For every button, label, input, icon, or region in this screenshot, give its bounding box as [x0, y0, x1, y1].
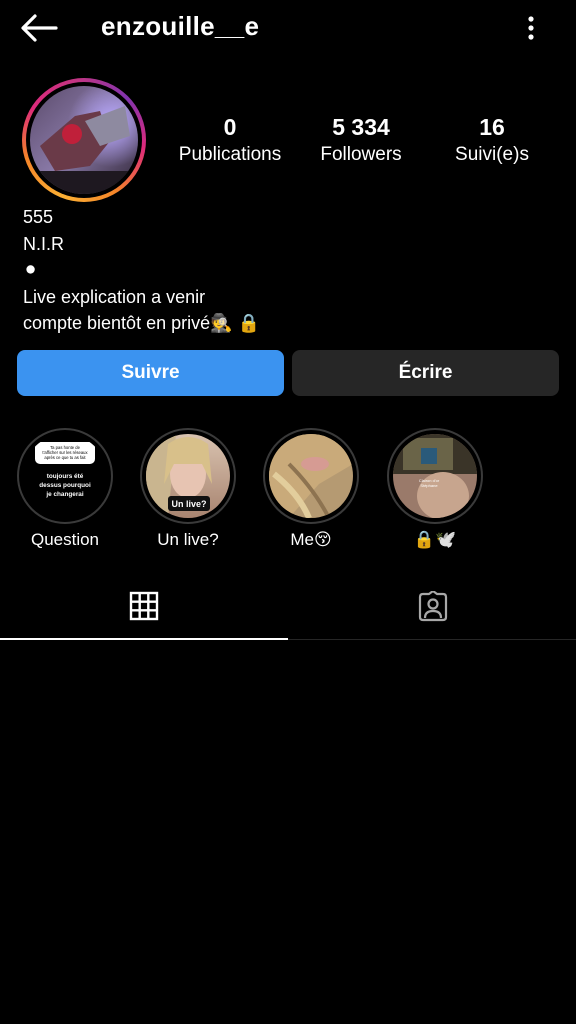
follow-button[interactable]: Suivre [17, 350, 284, 396]
arrow-left-icon[interactable] [18, 12, 60, 44]
bio-line: compte bientôt en privé🕵 🔒 [23, 313, 260, 333]
highlight-un-live[interactable]: Un live? Un live? [140, 428, 236, 549]
highlight-ring: Clairon d'or Stéphane [387, 428, 483, 524]
stat-following-value: 16 [479, 114, 505, 140]
more-vertical-icon[interactable] [522, 14, 540, 42]
stat-following-label: Suivi(e)s [455, 144, 529, 165]
svg-text:je changerai: je changerai [45, 491, 84, 498]
highlight-me[interactable]: Me😚 [263, 428, 359, 549]
stat-publications-label: Publications [178, 144, 282, 165]
highlight-label: 🔒🕊️ [413, 530, 457, 549]
avatar-frame [26, 82, 142, 198]
highlight-ring: Un live? [140, 428, 236, 524]
profile-bio: 555 N.I.R ⚫ Live explication a venir com… [23, 204, 260, 337]
avatar-photo [30, 86, 138, 194]
highlight-cover: Ta pas honte de t'afficher sur les résea… [23, 434, 107, 518]
stat-publications-value: 0 [223, 114, 237, 140]
profile-tabs [0, 584, 576, 640]
highlight-label: Me😚 [290, 530, 332, 549]
svg-text:après ce que tu as fait: après ce que tu as fait [44, 455, 86, 460]
grid-icon [129, 591, 159, 621]
stat-publications[interactable]: 0 Publications [170, 112, 290, 168]
tab-grid[interactable] [0, 584, 288, 640]
top-bar: enzouille__e [0, 0, 576, 56]
highlight-locked[interactable]: Clairon d'or Stéphane 🔒🕊️ [387, 428, 483, 549]
bio-line: ⚫ [23, 260, 39, 280]
highlight-cover: Un live? [146, 434, 230, 518]
stat-following[interactable]: 16 Suivi(e)s [442, 112, 542, 168]
highlight-ring [263, 428, 359, 524]
bio-line: 555 [23, 207, 54, 227]
message-button[interactable]: Écrire [292, 350, 559, 396]
highlight-cover-text: Un live? [171, 499, 206, 509]
bio-line: Live explication a venir [23, 286, 206, 307]
profile-username: enzouille__e [101, 11, 260, 41]
svg-text:toujours été: toujours été [47, 473, 84, 480]
highlight-label: Un live? [157, 530, 219, 549]
svg-text:dessus pourquoi: dessus pourquoi [39, 482, 91, 489]
highlight-label: Question [30, 530, 100, 549]
bio-line: N.I.R [23, 233, 65, 254]
stat-followers-value: 5 334 [332, 114, 390, 140]
highlight-question[interactable]: Ta pas honte de t'afficher sur les résea… [17, 428, 113, 549]
highlight-ring: Ta pas honte de t'afficher sur les résea… [17, 428, 113, 524]
highlight-cover: Clairon d'or Stéphane [393, 434, 477, 518]
tab-tagged[interactable] [288, 584, 576, 640]
highlight-cover [269, 434, 353, 518]
avatar[interactable] [22, 78, 146, 202]
tagged-user-icon [418, 591, 448, 622]
stat-followers-label: Followers [320, 144, 402, 165]
svg-text:Stéphane: Stéphane [420, 483, 438, 488]
stat-followers[interactable]: 5 334 Followers [306, 112, 416, 168]
